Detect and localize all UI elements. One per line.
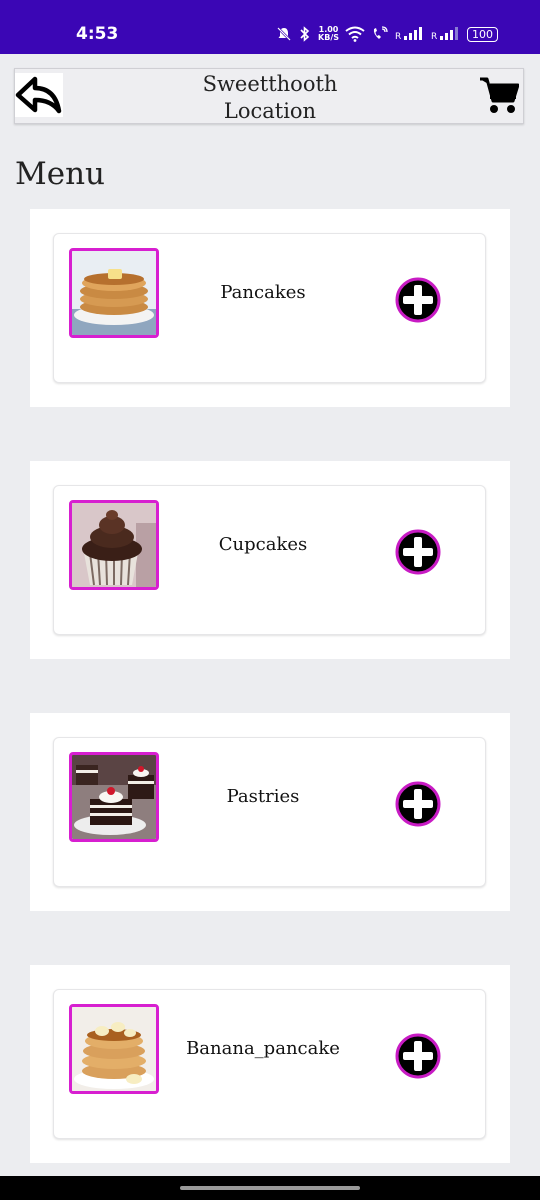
plus-circle-icon <box>395 781 441 827</box>
item-name: Banana_pancake <box>186 1038 340 1059</box>
add-to-cart-button[interactable] <box>395 781 441 827</box>
cupcakes-image <box>69 500 159 590</box>
signal-sim1-icon: R <box>395 27 422 41</box>
add-to-cart-button[interactable] <box>395 277 441 323</box>
signal-sim2-icon: R <box>431 27 458 41</box>
menu-item-pancakes: Pancakes <box>30 209 510 407</box>
plus-circle-icon <box>395 529 441 575</box>
svg-text:R: R <box>431 32 437 41</box>
mute-bell-icon <box>277 27 291 41</box>
item-card[interactable]: Banana_pancake <box>53 989 486 1139</box>
banana-pancake-image <box>69 1004 159 1094</box>
status-time: 4:53 <box>76 24 119 44</box>
item-name: Pastries <box>226 786 300 807</box>
add-to-cart-button[interactable] <box>395 1033 441 1079</box>
menu-item-cupcakes: Cupcakes <box>30 461 510 659</box>
reply-arrow-icon <box>15 76 62 114</box>
menu-item-banana-pancake: Banana_pancake <box>30 965 510 1163</box>
app-bar: Sweetthooth Location <box>14 68 524 124</box>
app-title-line2: Location <box>223 99 317 123</box>
app-title: Sweetthooth Location <box>165 71 375 125</box>
cart-button[interactable] <box>479 73 520 117</box>
menu-item-pastries: Pastries <box>30 713 510 911</box>
item-name: Pancakes <box>220 282 306 303</box>
app-title-line1: Sweetthooth <box>202 72 338 96</box>
plus-circle-icon <box>395 277 441 323</box>
pastries-image <box>69 752 159 842</box>
menu-title: Menu <box>15 156 106 192</box>
status-icons: 1.00 KB/S R R 100 <box>276 26 498 42</box>
item-card[interactable]: Pancakes <box>53 233 486 383</box>
pancakes-image <box>69 248 159 338</box>
battery-indicator: 100 <box>467 26 498 42</box>
shopping-cart-icon <box>480 77 520 113</box>
system-nav-bar <box>0 1176 540 1200</box>
wifi-calling-icon <box>373 26 388 39</box>
svg-text:R: R <box>395 32 401 41</box>
status-bar: 4:53 1.00 KB/S R R 100 <box>0 0 540 54</box>
item-name: Cupcakes <box>218 534 308 555</box>
back-button[interactable] <box>15 73 63 117</box>
net-speed: 1.00 KB/S <box>318 26 339 42</box>
bluetooth-icon <box>300 26 310 42</box>
wifi-icon <box>345 26 365 42</box>
net-speed-unit: KB/S <box>318 33 339 42</box>
add-to-cart-button[interactable] <box>395 529 441 575</box>
home-indicator[interactable] <box>180 1186 360 1190</box>
plus-circle-icon <box>395 1033 441 1079</box>
item-card[interactable]: Pastries <box>53 737 486 887</box>
item-card[interactable]: Cupcakes <box>53 485 486 635</box>
